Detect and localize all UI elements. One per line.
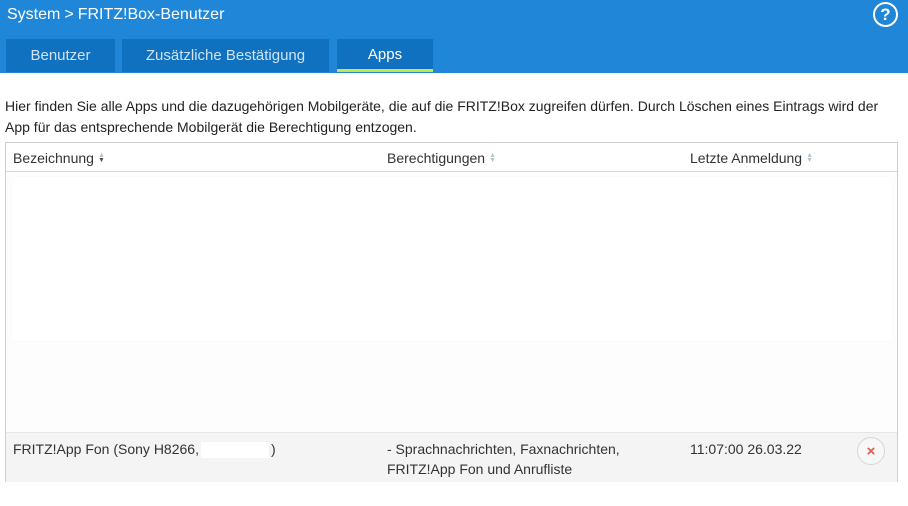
- column-header-label: Berechtigungen: [387, 150, 486, 166]
- column-header-berechtigungen[interactable]: Berechtigungen ▲ ▼: [387, 150, 496, 166]
- column-header-label: Letzte Anmeldung: [690, 150, 803, 166]
- sort-icon: ▲ ▼: [806, 152, 814, 164]
- table-row: FRITZ!App Fon (Sony H8266,) - Sprachnach…: [6, 432, 897, 482]
- intro-text: Hier finden Sie alle Apps und die dazuge…: [5, 98, 879, 135]
- breadcrumb-system[interactable]: System: [7, 6, 60, 24]
- table-header: Bezeichnung ▲ ▼ Berechtigungen ▲ ▼ Letzte …: [6, 143, 897, 172]
- permissions-line: FRITZ!App Fon und Anrufliste: [387, 461, 573, 477]
- last-login: 11:07:00 26.03.22: [690, 441, 802, 457]
- column-header-letzte-anmeldung[interactable]: Letzte Anmeldung ▲ ▼: [690, 150, 813, 166]
- redacted-area: [200, 442, 269, 459]
- apps-table: Bezeichnung ▲ ▼ Berechtigungen ▲ ▼ Letzte …: [5, 142, 898, 482]
- app-name: FRITZ!App Fon (Sony H8266,): [13, 439, 276, 459]
- permissions: - Sprachnachrichten, Faxnachrichten, FRI…: [387, 439, 667, 479]
- sort-icon: ▲ ▼: [97, 152, 105, 164]
- app-name-suffix: ): [270, 441, 276, 457]
- tab-zusaetzliche-bestaetigung[interactable]: Zusätzliche Bestätigung: [122, 39, 329, 72]
- permissions-line: - Sprachnachrichten, Faxnachrichten,: [387, 441, 620, 457]
- top-bar: System > FRITZ!Box-Benutzer ? Benutzer Z…: [0, 0, 908, 73]
- tab-apps[interactable]: Apps: [337, 39, 433, 72]
- help-icon[interactable]: ?: [873, 2, 898, 27]
- column-header-bezeichnung[interactable]: Bezeichnung ▲ ▼: [13, 150, 105, 166]
- sort-icon: ▲ ▼: [489, 152, 497, 164]
- blank-overlay: [12, 177, 892, 341]
- chevron-right-icon: >: [64, 6, 74, 23]
- page-title: FRITZ!Box-Benutzer: [77, 6, 225, 23]
- tab-benutzer[interactable]: Benutzer: [6, 39, 115, 72]
- column-header-label: Bezeichnung: [13, 150, 94, 166]
- breadcrumb: System > FRITZ!Box-Benutzer: [7, 6, 224, 24]
- app-name-text: FRITZ!App Fon (Sony H8266,: [13, 441, 199, 457]
- delete-icon[interactable]: ×: [857, 437, 885, 465]
